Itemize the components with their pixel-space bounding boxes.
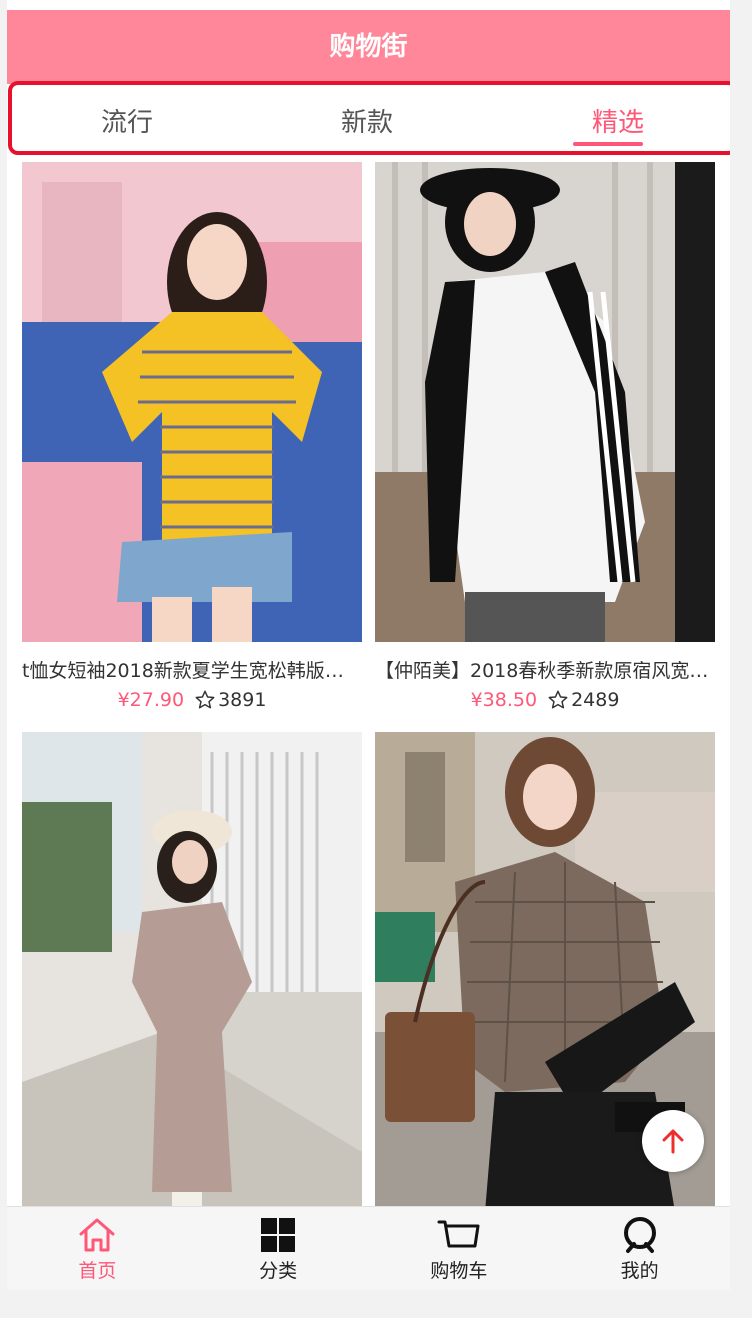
- product-favorites: 3891: [218, 689, 267, 711]
- nav-bar: 购物街: [7, 10, 730, 87]
- bottom-tab-home[interactable]: 首页: [7, 1207, 188, 1290]
- tab-active-indicator: [573, 142, 643, 146]
- bottom-tab-category[interactable]: 分类: [188, 1207, 369, 1290]
- product-image[interactable]: [22, 732, 362, 1212]
- product-image[interactable]: [375, 162, 715, 642]
- product-card[interactable]: 【仲陌美】2018春秋季新款原宿风宽松卫衣女 ¥38.50 2489: [375, 162, 715, 711]
- product-price: ¥27.90: [117, 689, 185, 711]
- star-icon: [195, 690, 215, 709]
- product-image[interactable]: [22, 162, 362, 642]
- category-icon: [261, 1217, 296, 1252]
- star-icon: [548, 690, 568, 709]
- product-meta: ¥27.90 3891: [22, 689, 362, 711]
- back-to-top-button[interactable]: [642, 1110, 704, 1172]
- bottom-tab-profile-label: 我的: [620, 1259, 659, 1282]
- product-title: t恤女短袖2018新款夏学生宽松韩版百搭ins上衣: [22, 660, 362, 682]
- tab-selected[interactable]: 精选: [528, 84, 708, 156]
- home-icon: [79, 1218, 115, 1251]
- tab-control: 流行 新款 精选: [7, 84, 730, 156]
- product-card[interactable]: t恤女短袖2018新款夏学生宽松韩版百搭ins上衣 ¥27.90 3891: [22, 162, 362, 711]
- product-card[interactable]: [22, 732, 362, 1212]
- bottom-tab-profile[interactable]: 我的: [549, 1207, 730, 1290]
- product-title: 【仲陌美】2018春秋季新款原宿风宽松卫衣女: [375, 660, 715, 682]
- bottom-tab-bar: 首页 分类 购物车 我的: [7, 1206, 730, 1290]
- tab-new-label: 新款: [340, 107, 393, 138]
- page-title: 购物街: [329, 32, 408, 62]
- bottom-tab-category-label: 分类: [259, 1259, 298, 1282]
- tab-new[interactable]: 新款: [277, 84, 457, 156]
- cart-icon: [437, 1220, 480, 1247]
- bottom-tab-cart[interactable]: 购物车: [369, 1207, 550, 1290]
- product-meta: ¥38.50 2489: [375, 689, 715, 711]
- tab-selected-label: 精选: [591, 107, 644, 138]
- bottom-tab-cart-label: 购物车: [430, 1259, 488, 1282]
- product-favorites: 2489: [571, 689, 620, 711]
- tab-popular[interactable]: 流行: [37, 84, 217, 156]
- tab-popular-label: 流行: [100, 107, 153, 138]
- product-price: ¥38.50: [470, 689, 538, 711]
- app-screen: 购物街 流行 新款 精选 t恤女短袖2018新款夏学生宽松韩版百搭 ¥27.90…: [7, 0, 730, 1290]
- profile-icon: [623, 1216, 656, 1253]
- bottom-tab-home-label: 首页: [78, 1259, 117, 1282]
- arrow-up-icon: [662, 1129, 684, 1154]
